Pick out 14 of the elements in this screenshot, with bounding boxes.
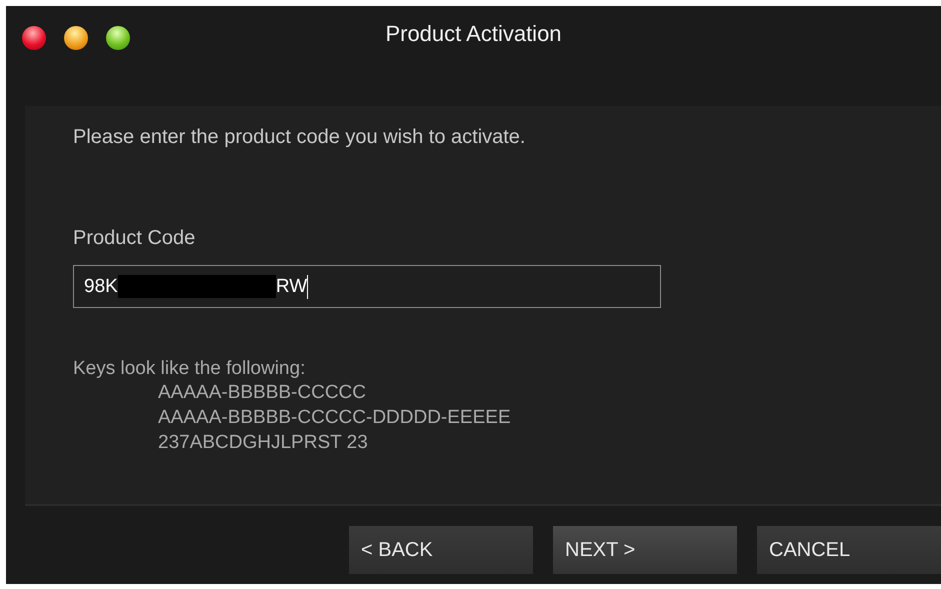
cancel-button[interactable]: CANCEL <box>757 526 941 574</box>
product-code-field[interactable]: 98K RW <box>73 265 661 308</box>
key-format-example: AAAAA-BBBBB-CCCCC <box>157 381 367 405</box>
minimize-icon[interactable] <box>64 26 88 50</box>
instruction-text: Please enter the product code you wish to activate. <box>73 126 526 149</box>
next-button[interactable]: NEXT > <box>553 526 737 574</box>
back-button[interactable]: < BACK <box>349 526 533 574</box>
key-format-example: AAAAA-BBBBB-CCCCC-DDDDD-EEEEE <box>157 406 512 430</box>
field-label: Product Code <box>73 227 196 250</box>
key-format-example: 237ABCDGHJLPRST 23 <box>157 431 369 455</box>
hint-heading: Keys look like the following: <box>73 358 306 380</box>
zoom-icon[interactable] <box>106 26 130 50</box>
window-title: Product Activation <box>385 21 562 47</box>
close-icon[interactable] <box>22 26 46 50</box>
